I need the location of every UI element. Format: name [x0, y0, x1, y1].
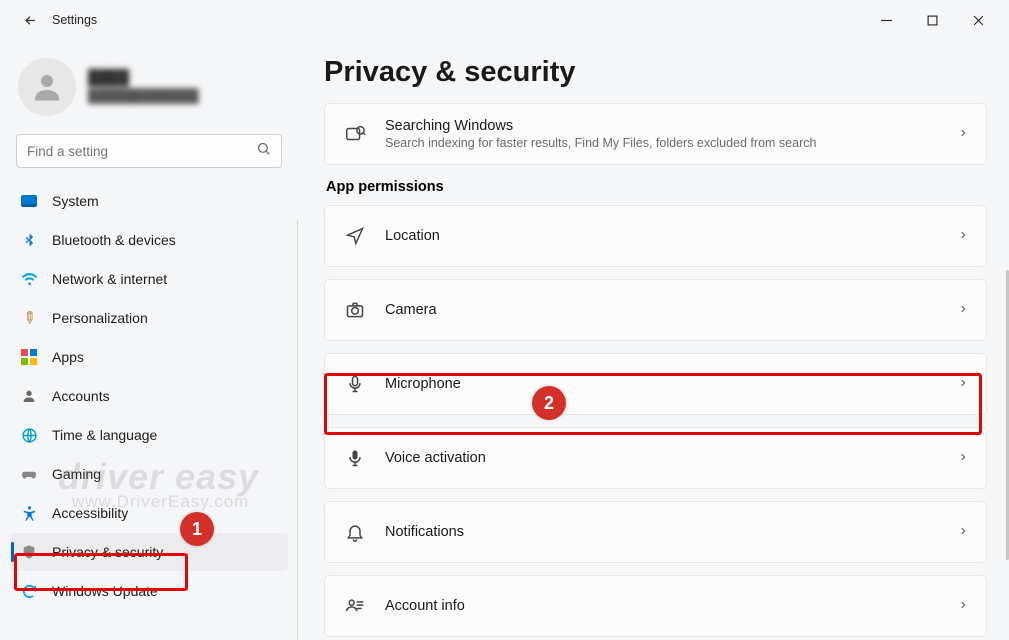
card-account-info[interactable]: Account info [324, 575, 987, 637]
shield-icon [20, 543, 38, 561]
sidebar-item-label: Accounts [52, 388, 110, 404]
bluetooth-icon [20, 231, 38, 249]
search-box[interactable] [16, 134, 282, 168]
wifi-icon [20, 270, 38, 288]
accessibility-icon [20, 504, 38, 522]
gamepad-icon [20, 465, 38, 483]
account-info-icon [343, 594, 367, 618]
sidebar-item-accounts[interactable]: Accounts [10, 377, 288, 415]
location-icon [343, 224, 367, 248]
profile-block[interactable]: ████ ████████████ [10, 52, 288, 130]
sidebar-item-label: Accessibility [52, 505, 128, 521]
chevron-right-icon [958, 598, 968, 615]
card-title: Camera [385, 302, 940, 318]
sidebar-item-label: System [52, 193, 99, 209]
sidebar-item-privacy-security[interactable]: Privacy & security [10, 533, 288, 571]
chevron-right-icon [958, 524, 968, 541]
chevron-right-icon [958, 302, 968, 319]
app-permissions-heading: App permissions [326, 179, 987, 195]
chevron-right-icon [958, 228, 968, 245]
card-notifications[interactable]: Notifications [324, 501, 987, 563]
avatar [18, 58, 76, 116]
search-icon [256, 141, 271, 161]
card-searching-windows[interactable]: Searching Windows Search indexing for fa… [324, 103, 987, 165]
card-microphone[interactable]: Microphone [324, 353, 987, 415]
sidebar-item-label: Apps [52, 349, 84, 365]
sidebar-item-network[interactable]: Network & internet [10, 260, 288, 298]
chevron-right-icon [958, 376, 968, 393]
sidebar-item-apps[interactable]: Apps [10, 338, 288, 376]
back-button[interactable] [16, 13, 44, 28]
globe-icon [20, 426, 38, 444]
card-title: Account info [385, 598, 940, 614]
card-title: Microphone [385, 376, 940, 392]
window-title: Settings [52, 13, 97, 27]
search-input[interactable] [27, 144, 256, 159]
sidebar: ████ ████████████ System Bluetooth & dev… [0, 40, 298, 637]
sidebar-item-label: Bluetooth & devices [52, 232, 176, 248]
chevron-right-icon [958, 126, 968, 143]
sidebar-item-label: Personalization [52, 310, 148, 326]
sidebar-item-label: Privacy & security [52, 544, 163, 560]
person-icon [20, 387, 38, 405]
sidebar-item-label: Time & language [52, 427, 157, 443]
card-title: Voice activation [385, 450, 940, 466]
chevron-right-icon [958, 450, 968, 467]
sidebar-item-bluetooth[interactable]: Bluetooth & devices [10, 221, 288, 259]
sidebar-item-label: Network & internet [52, 271, 167, 287]
card-title: Location [385, 228, 940, 244]
close-button[interactable] [955, 4, 1001, 36]
card-title: Notifications [385, 524, 940, 540]
display-icon [20, 192, 38, 210]
maximize-button[interactable] [909, 4, 955, 36]
sidebar-item-personalization[interactable]: ✎ Personalization [10, 299, 288, 337]
sidebar-item-gaming[interactable]: Gaming [10, 455, 288, 493]
sidebar-item-time-language[interactable]: Time & language [10, 416, 288, 454]
callout-1: 1 [180, 512, 214, 546]
main-content: Privacy & security Searching Windows Sea… [298, 40, 1009, 637]
sidebar-item-windows-update[interactable]: Windows Update [10, 572, 288, 610]
brush-icon: ✎ [16, 305, 41, 330]
minimize-button[interactable] [863, 4, 909, 36]
sidebar-item-accessibility[interactable]: Accessibility [10, 494, 288, 532]
sidebar-item-system[interactable]: System [10, 182, 288, 220]
callout-2: 2 [532, 386, 566, 420]
card-title: Searching Windows [385, 118, 940, 134]
bell-icon [343, 520, 367, 544]
sidebar-item-label: Gaming [52, 466, 101, 482]
title-bar: Settings [0, 0, 1009, 40]
sidebar-item-label: Windows Update [52, 583, 158, 599]
profile-text: ████ ████████████ [88, 69, 199, 105]
microphone-icon [343, 372, 367, 396]
voice-icon [343, 446, 367, 470]
update-icon [20, 582, 38, 600]
search-folders-icon [343, 122, 367, 146]
card-voice-activation[interactable]: Voice activation [324, 427, 987, 489]
card-camera[interactable]: Camera [324, 279, 987, 341]
card-desc: Search indexing for faster results, Find… [385, 136, 940, 150]
card-location[interactable]: Location [324, 205, 987, 267]
page-title: Privacy & security [324, 56, 987, 89]
camera-icon [343, 298, 367, 322]
apps-icon [20, 348, 38, 366]
